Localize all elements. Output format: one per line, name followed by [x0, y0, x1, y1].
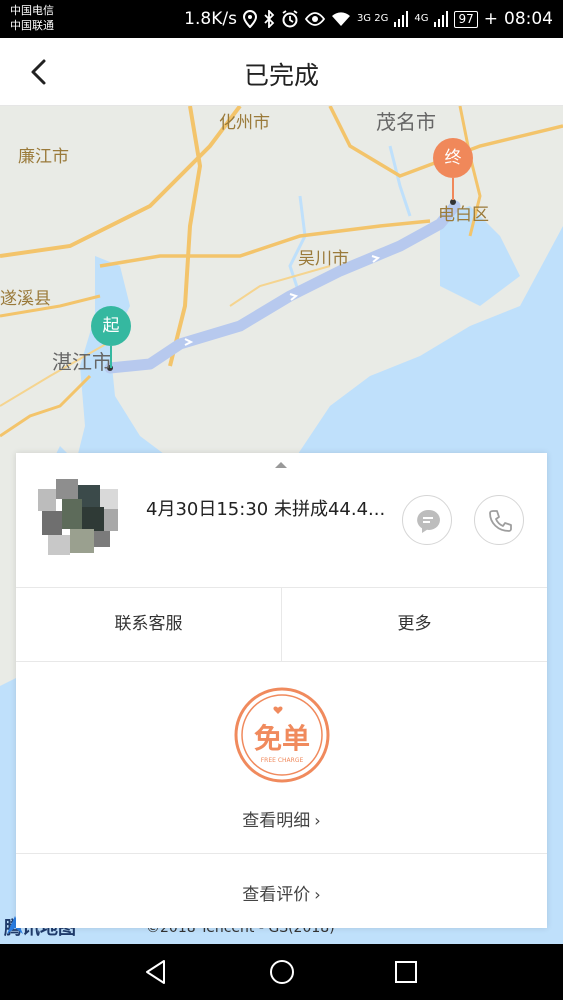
road: [0, 374, 92, 438]
city-label: 电白区: [438, 205, 489, 225]
stamp-subtext: FREE CHARGE: [261, 757, 304, 764]
river: [388, 145, 412, 217]
network-speed: 1.8K/s: [184, 9, 237, 29]
carrier-info: 中国电信 中国联通: [10, 3, 54, 33]
clock: 08:04: [504, 9, 553, 29]
view-details-label: 查看明细: [242, 811, 311, 831]
view-review-link[interactable]: 查看评价 ›: [16, 880, 547, 905]
chevron-right-icon: ›: [314, 885, 321, 904]
carrier-1: 中国电信: [10, 4, 54, 17]
city-label: 湛江市: [52, 350, 112, 374]
signal-2-icon: [434, 11, 449, 27]
status-bar: 中国电信 中国联通 1.8K/s 3G 2G 4G 97 + 08:04: [0, 0, 563, 38]
message-button[interactable]: [402, 495, 452, 545]
signal-1-icon: [394, 11, 409, 27]
network-type-2: 4G: [414, 13, 429, 24]
nav-home-icon[interactable]: [268, 958, 296, 986]
city-label: 遂溪县: [0, 289, 51, 309]
order-card: 4月30日15:30 未拼成44.4... 联系客服 更多 免单 FREE CH…: [16, 453, 547, 928]
avatar: [38, 479, 118, 555]
eye-icon: [304, 12, 325, 26]
end-pin-stem: [452, 178, 454, 200]
free-charge-stamp-icon: 免单 FREE CHARGE: [234, 687, 330, 783]
view-review-label: 查看评价: [242, 885, 311, 905]
chat-bubble-icon: [417, 509, 440, 533]
page-title: 已完成: [243, 61, 319, 90]
phone-icon: [489, 510, 512, 532]
start-pin-stem: [110, 346, 112, 368]
action-row: 联系客服 更多: [16, 587, 547, 662]
road: [168, 106, 203, 367]
end-pin[interactable]: 终: [433, 138, 473, 178]
contact-service-button[interactable]: 联系客服: [16, 588, 281, 661]
stamp-text: 免单: [254, 722, 310, 755]
location-icon: [242, 10, 257, 28]
city-label: 茂名市: [376, 110, 436, 134]
nav-back-icon[interactable]: [142, 958, 170, 986]
divider: [16, 853, 547, 854]
wifi-icon: [331, 12, 350, 26]
nav-recent-apps-icon[interactable]: [392, 958, 420, 986]
road: [0, 106, 242, 258]
status-icons: 1.8K/s 3G 2G 4G 97 + 08:04: [184, 7, 553, 31]
carrier-2: 中国联通: [10, 19, 54, 32]
city-label: 化州市: [219, 113, 270, 133]
system-nav-bar: [0, 944, 563, 1000]
start-pin[interactable]: 起: [91, 306, 131, 346]
app-header: 已完成: [0, 38, 563, 106]
alarm-icon: [282, 10, 298, 28]
chevron-right-icon: ›: [314, 811, 321, 830]
order-summary: 4月30日15:30 未拼成44.4...: [146, 499, 386, 520]
bluetooth-icon: [264, 10, 275, 28]
more-button[interactable]: 更多: [281, 588, 547, 661]
route-line: [104, 200, 461, 374]
battery-level: 97: [454, 10, 478, 28]
drag-handle-icon[interactable]: [274, 461, 288, 469]
network-type-1: 3G 2G: [356, 13, 389, 24]
city-label: 廉江市: [18, 147, 69, 167]
view-details-link[interactable]: 查看明细 ›: [16, 806, 547, 831]
charging-icon: +: [483, 9, 498, 29]
city-label: 吴川市: [298, 249, 349, 269]
call-button[interactable]: [474, 495, 524, 545]
